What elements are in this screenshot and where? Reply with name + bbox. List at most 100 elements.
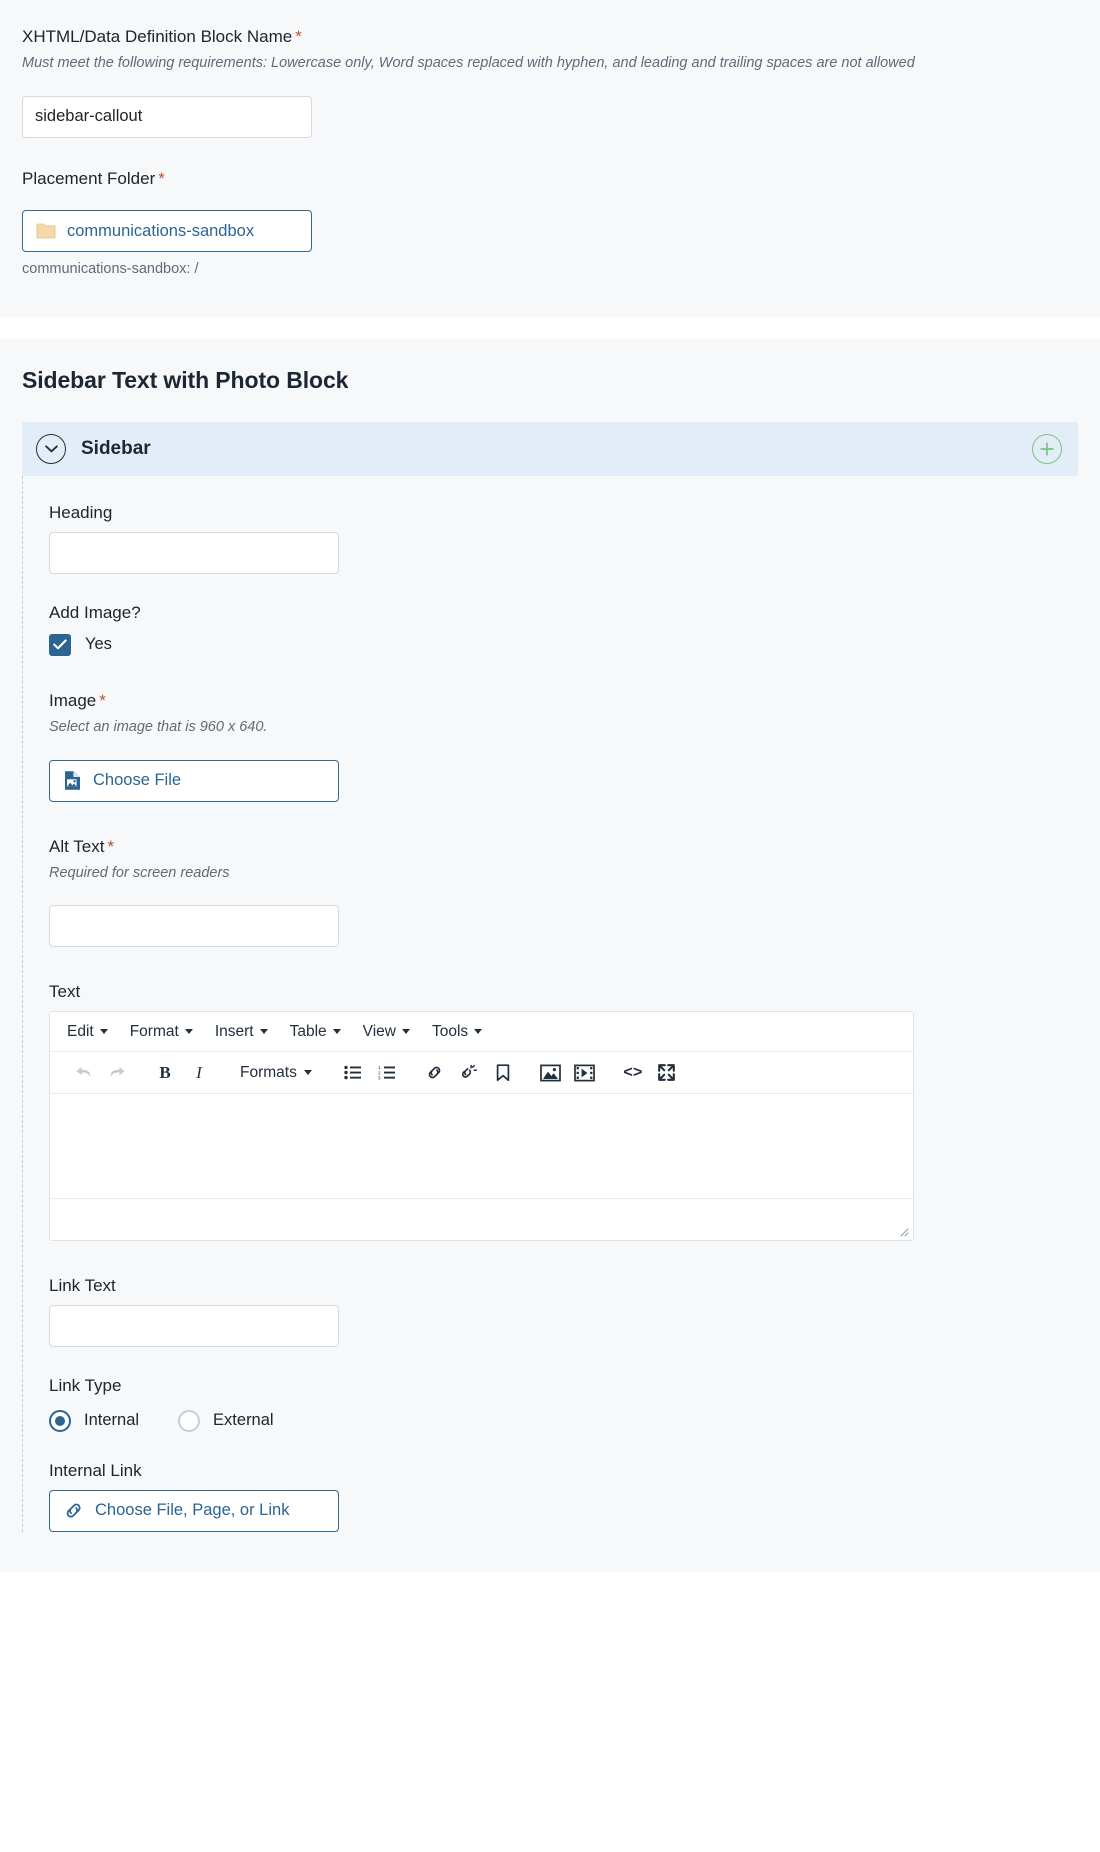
editor-content-area[interactable] [50,1094,913,1199]
editor-menu-tools-label: Tools [431,1022,469,1040]
block-metadata-panel: XHTML/Data Definition Block Name * Must m… [0,0,1100,317]
field-heading: Heading [49,502,1078,574]
field-internal-link: Internal Link Choose File, Page, or Link [49,1460,1078,1532]
link-text-label: Link Text [49,1276,116,1296]
insert-link-icon[interactable] [418,1057,452,1089]
plus-circle-icon[interactable] [1032,433,1062,464]
editor-menu-format-label: Format [129,1022,179,1040]
alt-text-label: Alt Text * [49,836,1078,858]
required-asterisk: * [107,836,115,856]
internal-link-chooser-label: Choose File, Page, or Link [95,1501,290,1520]
alt-text-input[interactable] [49,905,339,948]
block-name-input[interactable] [22,95,312,138]
anchor-icon[interactable] [486,1057,520,1089]
field-alt-text: Alt Text * Required for screen readers [49,836,1078,948]
heading-label: Heading [49,502,113,522]
chevron-down-icon [474,1029,483,1035]
sidebar-group-title: Sidebar [81,437,151,459]
field-add-image: Add Image? Yes [49,602,1078,656]
editor-menu-table[interactable]: Table [279,1018,352,1046]
editor-menubar: Edit Format Insert Table View Tools [50,1012,913,1053]
placement-folder-label-text: Placement Folder [22,168,156,188]
image-label: Image * [49,690,1078,712]
editor-resize-handle[interactable] [895,1223,909,1237]
field-link-type: Link Type Internal External [49,1375,1078,1432]
placement-folder-label: Placement Folder * [22,168,1078,190]
alt-text-label-text: Alt Text [49,836,105,856]
field-link-text: Link Text [49,1275,1078,1348]
link-type-radio-group: Internal External [49,1409,1078,1432]
bold-icon[interactable]: B [148,1057,182,1089]
chevron-down-icon [401,1029,410,1035]
placement-folder-chooser-label: communications-sandbox [67,221,255,240]
link-text-input[interactable] [49,1305,339,1348]
chevron-down-icon [99,1029,108,1035]
required-asterisk: * [158,168,165,188]
undo-icon[interactable] [66,1057,100,1089]
sidebar-group-body: Heading Add Image? Yes Image* Select an [22,475,1078,1532]
folder-icon [36,222,56,239]
image-help: Select an image that is 960 x 640. [49,719,268,736]
link-type-radio-internal[interactable] [49,1409,71,1432]
page-title: Sidebar Text with Photo Block [22,366,349,393]
placement-folder-chooser-button[interactable]: communications-sandbox [22,209,312,252]
block-name-label: XHTML/Data Definition Block Name * [22,26,1078,48]
formats-dropdown-label: Formats [240,1063,297,1081]
chevron-down-icon [184,1029,193,1035]
redo-icon[interactable] [100,1057,134,1089]
svg-text:3: 3 [378,1076,381,1081]
alt-text-help: Required for screen readers [49,864,230,881]
chevron-down-icon[interactable] [36,433,66,464]
insert-media-icon[interactable] [568,1057,602,1089]
image-file-icon [63,770,82,791]
field-image: Image * Select an image that is 960 x 640… [49,690,1078,802]
add-image-label: Add Image? [49,602,141,622]
chevron-down-icon [259,1029,268,1035]
sidebar-block-panel: Sidebar Text with Photo Block Sidebar He… [0,338,1100,1572]
text-label: Text [49,982,81,1002]
heading-input[interactable] [49,531,339,574]
formats-dropdown[interactable]: Formats [230,1059,322,1087]
numbered-list-icon[interactable]: 1 2 3 [370,1057,404,1089]
unlink-icon[interactable] [452,1057,486,1089]
editor-menu-format[interactable]: Format [119,1018,204,1046]
image-chooser-button[interactable]: Choose File [49,759,339,802]
bullet-list-icon[interactable] [336,1057,370,1089]
sidebar-group-header: Sidebar [22,421,1078,476]
field-text: Text Edit Format Insert Table View Tools… [49,981,1078,1242]
insert-image-icon[interactable] [534,1057,568,1089]
chevron-down-icon [303,1070,312,1076]
panel-separator [0,316,1100,339]
add-image-checkbox[interactable] [49,633,71,656]
required-asterisk: * [295,27,302,46]
add-image-checkbox-label: Yes [85,635,112,654]
editor-menu-view[interactable]: View [352,1018,421,1046]
editor-menu-table-label: Table [289,1022,327,1040]
rich-text-editor: Edit Format Insert Table View Tools B I … [49,1011,914,1242]
block-name-label-text: XHTML/Data Definition Block Name [22,27,293,46]
italic-icon[interactable]: I [182,1057,216,1089]
required-asterisk: * [99,690,106,710]
editor-menu-tools[interactable]: Tools [421,1018,493,1046]
block-name-help: Must meet the following requirements: Lo… [22,55,915,72]
fullscreen-icon[interactable] [650,1057,684,1089]
image-label-text: Image [49,690,97,710]
placement-folder-path: communications-sandbox: / [22,260,199,277]
radio-dot [55,1415,65,1426]
link-type-label: Link Type [49,1376,122,1396]
editor-toolbar: B I Formats 1 2 3 <> [50,1052,913,1095]
internal-link-chooser-button[interactable]: Choose File, Page, or Link [49,1489,339,1532]
link-type-radio-internal-label: Internal [84,1411,140,1430]
chevron-down-icon [332,1029,341,1035]
source-code-icon[interactable]: <> [616,1057,650,1089]
editor-menu-edit-label: Edit [67,1022,94,1040]
internal-link-label: Internal Link [49,1460,142,1480]
link-chain-icon [63,1500,84,1521]
editor-menu-insert-label: Insert [214,1022,254,1040]
editor-menu-edit[interactable]: Edit [56,1018,119,1046]
link-type-radio-external-label: External [213,1411,274,1430]
editor-statusbar [50,1198,913,1241]
editor-menu-insert[interactable]: Insert [204,1018,279,1046]
link-type-radio-external[interactable] [178,1409,201,1432]
image-chooser-label: Choose File [93,771,182,790]
